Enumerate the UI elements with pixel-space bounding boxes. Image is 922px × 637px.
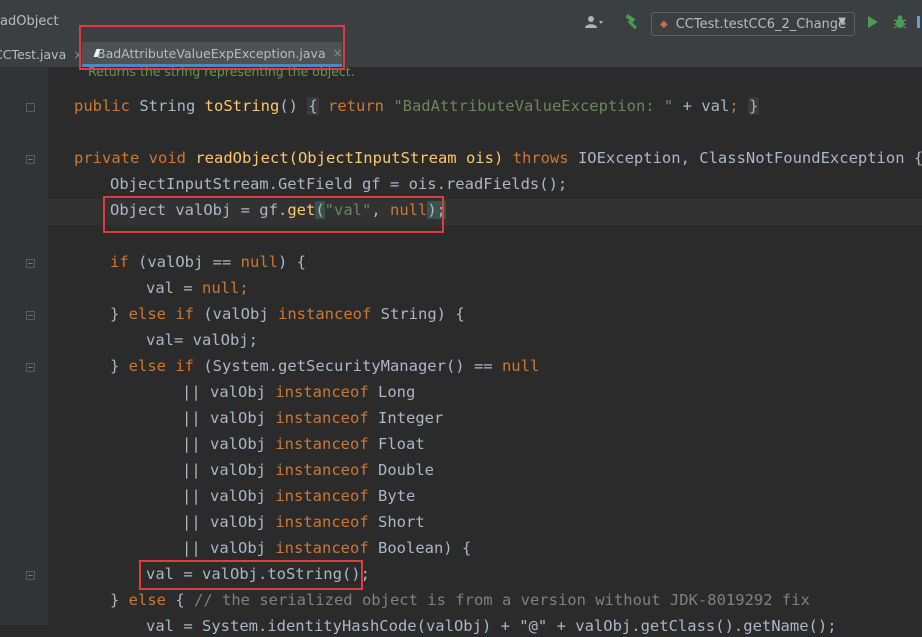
code-line: || valObj instanceof Short <box>182 513 425 531</box>
more-icon[interactable] <box>914 13 922 31</box>
tab-cctest[interactable]: CCTest.java × <box>0 42 83 67</box>
code-line: private void readObject(ObjectInputStrea… <box>74 149 922 167</box>
fold-marker[interactable] <box>26 155 35 164</box>
code-line: || valObj instanceof Long <box>182 383 416 401</box>
build-hammer-icon[interactable] <box>622 13 642 31</box>
breadcrumb[interactable]: adObject <box>0 14 59 29</box>
user-icon[interactable] <box>583 13 607 31</box>
fold-marker[interactable] <box>26 259 35 268</box>
editor-gutter <box>0 67 48 625</box>
tab-label: CCTest.java <box>0 47 67 62</box>
code-line: } else if (valObj instanceof String) { <box>110 305 465 323</box>
code-line: val = null; <box>146 279 249 297</box>
run-configuration-select[interactable]: ◆ CCTest.testCC6_2_Change ▼ <box>651 12 855 36</box>
debug-icon[interactable] <box>889 13 911 31</box>
fold-marker[interactable] <box>26 571 35 580</box>
code-line: val= valObj; <box>146 331 258 349</box>
highlight-box-tab <box>79 25 345 70</box>
code-line: || valObj instanceof Integer <box>182 409 444 427</box>
code-line: } else { // the serialized object is fro… <box>110 591 810 609</box>
code-line: || valObj instanceof Float <box>182 435 425 453</box>
code-line: val = System.identityHashCode(valObj) + … <box>146 617 837 635</box>
code-editor[interactable]: Returns the string representing the obje… <box>0 64 922 635</box>
chevron-down-icon: ▼ <box>838 16 846 27</box>
fold-marker[interactable] <box>26 311 35 320</box>
highlight-box-tostring-call <box>139 560 363 590</box>
run-icon[interactable] <box>864 13 882 31</box>
code-line: || valObj instanceof Boolean) { <box>182 539 472 557</box>
code-line: } else if (System.getSecurityManager() =… <box>110 357 540 375</box>
code-line: if (valObj == null) { <box>110 253 306 271</box>
test-config-icon: ◆ <box>660 18 668 30</box>
code-line: ObjectInputStream.GetField gf = ois.read… <box>110 175 568 193</box>
code-line: || valObj instanceof Double <box>182 461 434 479</box>
code-line: || valObj instanceof Byte <box>182 487 416 505</box>
code-line: public String toString() { return "BadAt… <box>74 97 760 115</box>
fold-marker[interactable] <box>26 103 35 112</box>
highlight-box-get-call <box>103 196 444 233</box>
fold-marker[interactable] <box>26 363 35 372</box>
run-configuration-label: CCTest.testCC6_2_Change <box>675 16 847 32</box>
